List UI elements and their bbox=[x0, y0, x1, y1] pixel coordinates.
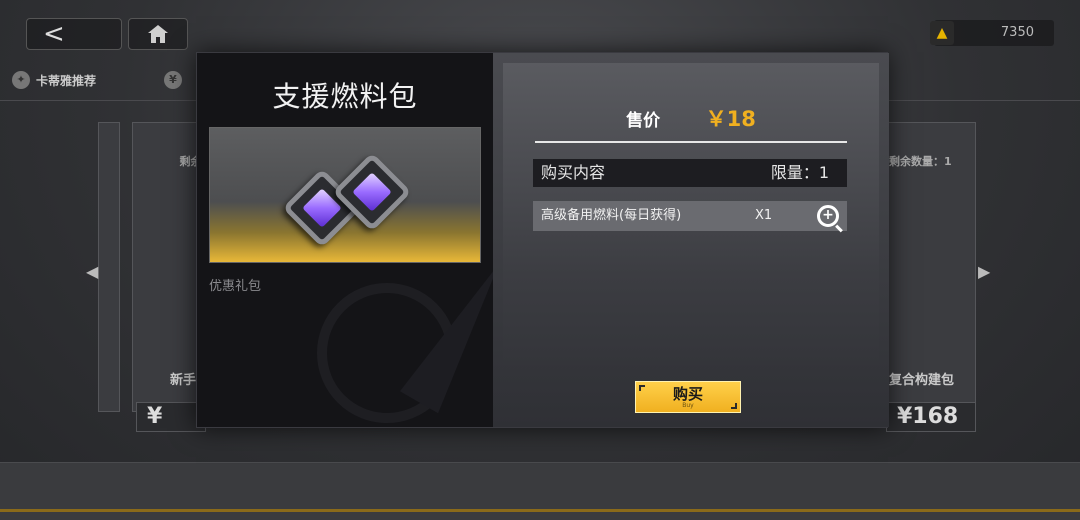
bottom-accent-line bbox=[0, 509, 1080, 512]
item-qty: X1 bbox=[755, 208, 773, 223]
card-remain: 剩余数量：1 bbox=[889, 155, 952, 168]
pack-image bbox=[209, 127, 481, 263]
tab-katya-recommend[interactable]: ✦ 卡蒂雅推荐 bbox=[12, 68, 96, 92]
home-icon bbox=[148, 25, 168, 43]
tab-yen-shop[interactable]: ¥ bbox=[164, 68, 182, 92]
pack-info-pane: 支援燃料包 优惠礼包 bbox=[197, 53, 519, 427]
item-name: 高级备用燃料(每日获得) bbox=[541, 208, 682, 223]
card-name: 复合构建包 bbox=[889, 373, 955, 388]
currency-value: 7350 bbox=[1000, 25, 1034, 40]
purchase-details: 售价 ￥18 购买内容 限量：1 高级备用燃料(每日获得) X1 + bbox=[503, 63, 879, 365]
pack-title: 支援燃料包 bbox=[272, 80, 418, 113]
price-divider bbox=[535, 141, 847, 143]
pack-category: 优惠礼包 bbox=[209, 279, 262, 294]
card-price-right: ¥168 bbox=[886, 402, 976, 432]
background-card-edge bbox=[98, 122, 120, 412]
buy-sublabel: Buy bbox=[682, 402, 694, 409]
background-card-right[interactable]: 剩余数量：1 复合构建包 bbox=[886, 122, 976, 412]
buy-button[interactable]: 购买 Buy bbox=[635, 381, 741, 413]
currency-display: ▲ 7350 bbox=[930, 20, 1054, 46]
price-label: 售价 bbox=[626, 111, 661, 131]
arrow-left-icon[interactable]: ◀ bbox=[86, 262, 98, 281]
purchase-dialog: 支援燃料包 优惠礼包 售价 ￥18 购买内容 限量：1 高级备用燃料(每日获得)… bbox=[196, 52, 889, 428]
triangle-coin-icon: ▲ bbox=[930, 21, 954, 45]
content-header: 购买内容 限量：1 bbox=[533, 159, 847, 187]
price-value: ￥18 bbox=[705, 107, 756, 131]
tab-label: 卡蒂雅推荐 bbox=[36, 73, 97, 88]
zoom-in-icon[interactable]: + bbox=[817, 205, 839, 227]
back-arrow-icon: < bbox=[43, 19, 65, 49]
crab-icon: ✦ bbox=[12, 71, 30, 89]
back-button[interactable]: < bbox=[26, 18, 122, 50]
home-button[interactable] bbox=[128, 18, 188, 50]
purchase-pane: 售价 ￥18 购买内容 限量：1 高级备用燃料(每日获得) X1 + 购买 Bu… bbox=[493, 53, 889, 427]
arrow-right-icon[interactable]: ▶ bbox=[978, 262, 990, 281]
limit-label: 限量：1 bbox=[770, 163, 829, 182]
corner-decoration bbox=[731, 403, 737, 409]
price-row: 售价 ￥18 bbox=[503, 103, 879, 133]
buy-label: 购买 bbox=[672, 385, 703, 403]
list-item: 高级备用燃料(每日获得) X1 + bbox=[533, 201, 847, 231]
corner-decoration bbox=[639, 385, 645, 391]
content-label: 购买内容 bbox=[541, 163, 606, 182]
yen-icon: ¥ bbox=[164, 71, 182, 89]
